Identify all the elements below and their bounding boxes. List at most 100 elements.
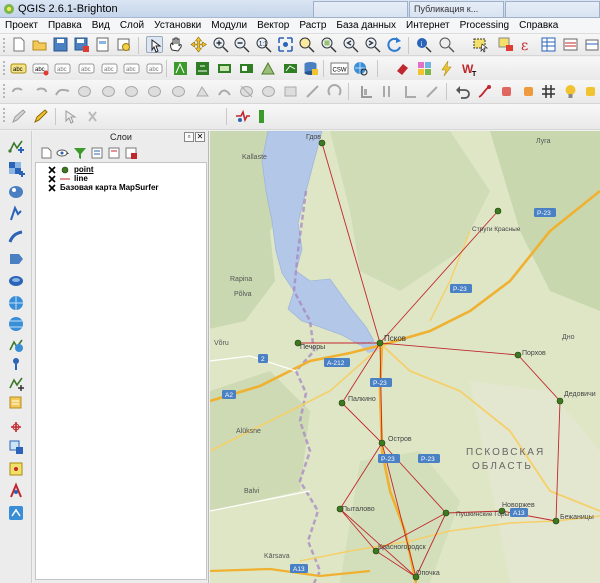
label-pin-all-icon[interactable]: abc xyxy=(146,60,163,77)
map-canvas[interactable]: Гдов Kallaste Луга Струги Красные Rapina Põlv… xyxy=(210,131,600,583)
split-features-icon[interactable] xyxy=(238,83,255,100)
new-project-icon[interactable] xyxy=(10,36,27,53)
zoom-native-icon[interactable]: 1:1 xyxy=(255,36,272,53)
grass-raster-icon[interactable] xyxy=(216,60,233,77)
grid-icon[interactable] xyxy=(540,83,557,100)
openlayers-icon[interactable] xyxy=(7,504,25,522)
grass-tools-icon[interactable] xyxy=(194,60,211,77)
menu-vector[interactable]: Вектор xyxy=(252,18,294,33)
float-panel-icon[interactable]: ▫ xyxy=(184,132,194,142)
select-vertex-icon[interactable] xyxy=(62,108,79,125)
toolbar-grip[interactable] xyxy=(3,38,6,52)
point-marker[interactable] xyxy=(376,339,384,347)
layer-checkbox[interactable] xyxy=(48,166,56,174)
delete-part-icon[interactable] xyxy=(170,83,187,100)
undo-icon[interactable] xyxy=(454,83,471,100)
fractal-icon[interactable] xyxy=(416,60,433,77)
save-project-icon[interactable] xyxy=(52,36,69,53)
digitize-perpendicular-icon[interactable] xyxy=(402,83,419,100)
pan-to-selection-icon[interactable] xyxy=(190,36,207,53)
layer-checkbox[interactable] xyxy=(48,175,56,183)
zoom-in-icon[interactable] xyxy=(212,36,229,53)
vertex-orange-icon[interactable] xyxy=(520,83,537,100)
heatmap-icon[interactable] xyxy=(7,482,25,500)
measure-icon[interactable] xyxy=(438,36,455,53)
digitize-parallel-icon[interactable] xyxy=(380,83,397,100)
zoom-out-icon[interactable] xyxy=(233,36,250,53)
zoom-to-layer-icon[interactable] xyxy=(320,36,337,53)
csw-icon[interactable]: CSW xyxy=(330,60,349,77)
select-features-icon[interactable] xyxy=(472,36,489,53)
add-wcs-icon[interactable] xyxy=(7,315,25,333)
point-marker[interactable] xyxy=(556,397,564,405)
menu-processing[interactable]: Processing xyxy=(455,18,514,33)
reshape-icon[interactable] xyxy=(194,83,211,100)
select-cursor-icon[interactable] xyxy=(146,36,163,53)
expand-all-icon[interactable] xyxy=(90,146,104,160)
taskbar-tab[interactable]: Публикация к... xyxy=(409,1,504,18)
digitize-angle-icon[interactable] xyxy=(424,83,441,100)
label-move-icon[interactable]: abc xyxy=(78,60,95,77)
save-as-icon[interactable] xyxy=(73,36,90,53)
add-wms-icon[interactable] xyxy=(7,294,25,312)
metasearch-icon[interactable] xyxy=(352,60,369,77)
point-marker[interactable] xyxy=(378,439,386,447)
edit-pencil-icon[interactable] xyxy=(32,108,49,125)
add-raster-icon[interactable] xyxy=(7,160,25,178)
delete-ring-icon[interactable] xyxy=(146,83,163,100)
merge-features-icon[interactable] xyxy=(282,83,299,100)
toggle-edit-icon[interactable] xyxy=(10,108,27,125)
zoom-to-selection-icon[interactable] xyxy=(298,36,315,53)
toolbar-grip[interactable] xyxy=(3,61,6,75)
menu-layer[interactable]: Слой xyxy=(115,18,149,33)
route-icon[interactable] xyxy=(256,108,266,125)
toolbar-grip[interactable] xyxy=(3,108,6,122)
redo-dim-icon[interactable] xyxy=(32,83,49,100)
manage-visibility-icon[interactable] xyxy=(56,146,70,160)
vertex-yellow-icon[interactable] xyxy=(582,83,599,100)
grass-edit-icon[interactable] xyxy=(260,60,277,77)
menu-edit[interactable]: Правка xyxy=(43,18,87,33)
taskbar-tab[interactable] xyxy=(505,1,600,18)
offset-curve-icon[interactable] xyxy=(216,83,233,100)
taskbar-tab[interactable] xyxy=(313,1,408,18)
menu-database[interactable]: База данных xyxy=(331,18,401,33)
point-marker[interactable] xyxy=(514,351,522,359)
menu-plugins[interactable]: Модули xyxy=(206,18,252,33)
open-project-icon[interactable] xyxy=(31,36,48,53)
layer-checkbox[interactable] xyxy=(48,184,56,192)
vertex-red-icon[interactable] xyxy=(498,83,515,100)
move-feature-icon[interactable] xyxy=(358,83,375,100)
gps-icon[interactable] xyxy=(7,418,25,436)
toolbar-overflow-icon[interactable] xyxy=(584,36,600,53)
add-wfs-icon[interactable] xyxy=(7,336,25,354)
attribute-table-icon[interactable] xyxy=(540,36,557,53)
pan-icon[interactable] xyxy=(167,36,184,53)
grass-vector-icon[interactable] xyxy=(282,60,299,77)
new-shapefile-icon[interactable] xyxy=(7,375,25,393)
menu-project[interactable]: Проект xyxy=(0,18,43,33)
label-rotate-icon[interactable]: abc xyxy=(101,60,118,77)
coordinate-capture-icon[interactable] xyxy=(7,438,25,456)
add-delimited-icon[interactable] xyxy=(7,355,25,373)
add-mssql-icon[interactable] xyxy=(7,228,25,246)
new-spatialite-icon[interactable] xyxy=(7,393,25,411)
rubber-icon[interactable] xyxy=(394,60,411,77)
map-svg[interactable]: Гдов Kallaste Луга Струги Красные Rapina Põlv… xyxy=(210,131,600,583)
label-show-icon[interactable]: abc xyxy=(54,60,71,77)
delete-selected-icon[interactable] xyxy=(84,108,101,125)
snapping-icon[interactable] xyxy=(476,83,493,100)
rotate-point-icon[interactable] xyxy=(326,83,343,100)
simplify-icon[interactable] xyxy=(54,83,71,100)
remove-layer-icon[interactable] xyxy=(124,146,138,160)
add-part-icon[interactable] xyxy=(100,83,117,100)
grass-region-icon[interactable] xyxy=(238,60,255,77)
plugin-icon[interactable] xyxy=(234,108,251,125)
menu-settings[interactable]: Установки xyxy=(149,18,206,33)
add-spatialite-icon[interactable] xyxy=(7,205,25,223)
composer-manager-icon[interactable] xyxy=(115,36,132,53)
point-marker[interactable] xyxy=(338,399,346,407)
menu-view[interactable]: Вид xyxy=(87,18,115,33)
add-postgis-icon[interactable] xyxy=(7,183,25,201)
deselect-icon[interactable] xyxy=(497,36,514,53)
